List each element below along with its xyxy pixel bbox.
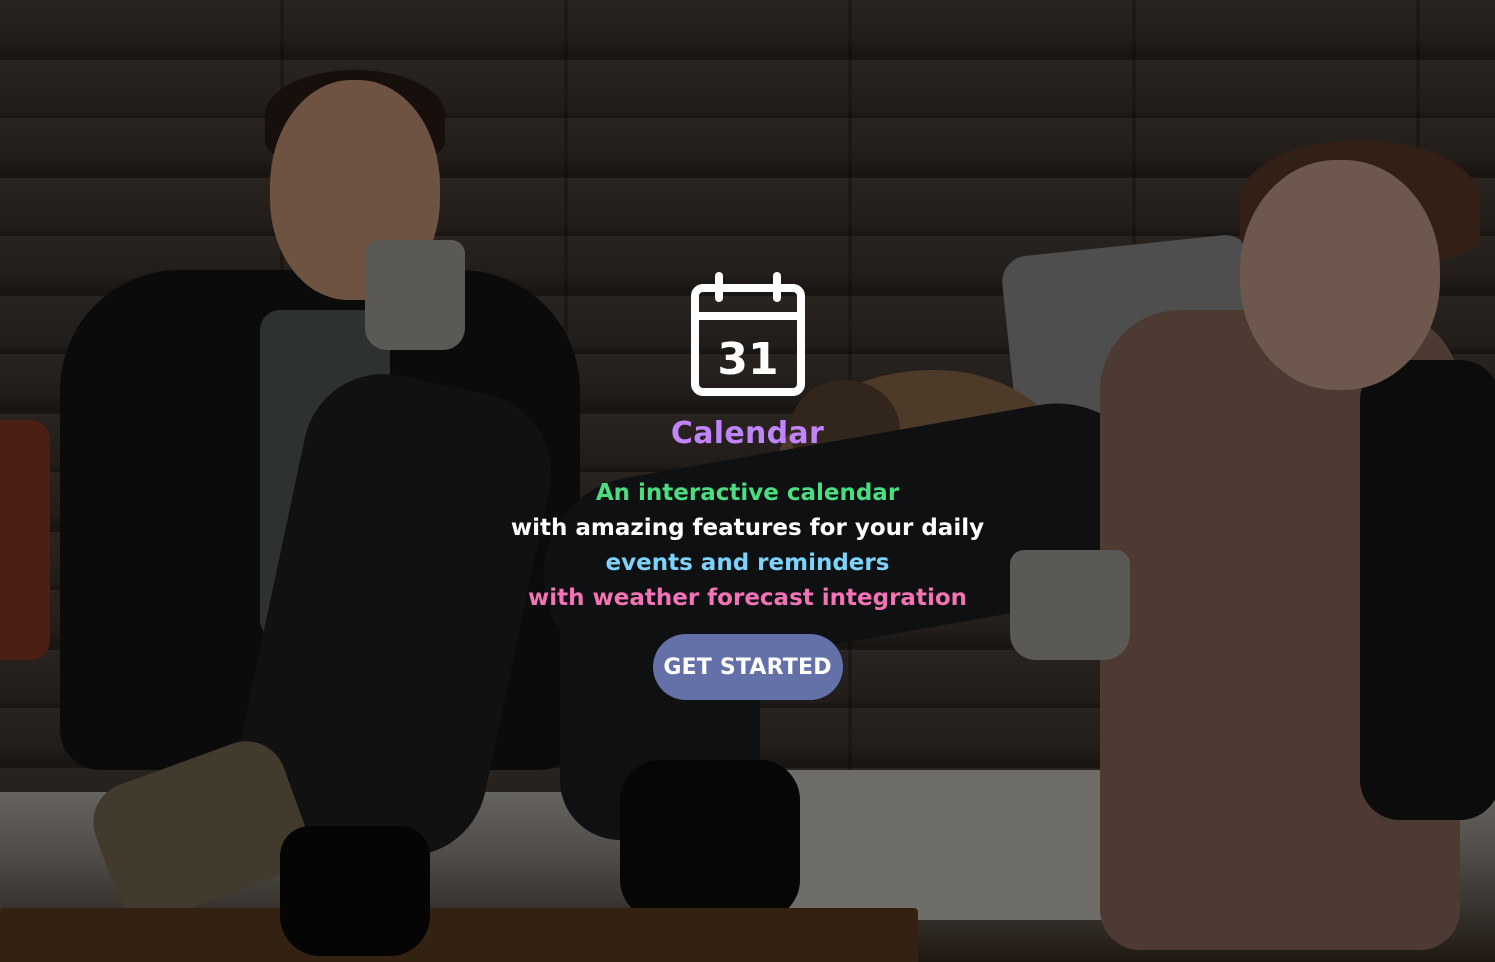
- hero-content: 31 Calendar An interactive calendar with…: [0, 272, 1495, 700]
- tagline-line-1: An interactive calendar: [595, 480, 900, 506]
- tagline-line-2: with amazing features for your daily: [510, 515, 985, 541]
- app-title: Calendar: [670, 416, 825, 451]
- calendar-icon: 31: [690, 272, 805, 396]
- tagline-line-4: with weather forecast integration: [527, 585, 968, 611]
- hero-section: 31 Calendar An interactive calendar with…: [0, 0, 1495, 962]
- tagline: An interactive calendar with amazing fea…: [511, 476, 984, 616]
- get-started-button[interactable]: GET STARTED: [652, 634, 843, 700]
- calendar-icon-day: 31: [717, 334, 778, 385]
- tagline-line-3: events and reminders: [605, 550, 890, 576]
